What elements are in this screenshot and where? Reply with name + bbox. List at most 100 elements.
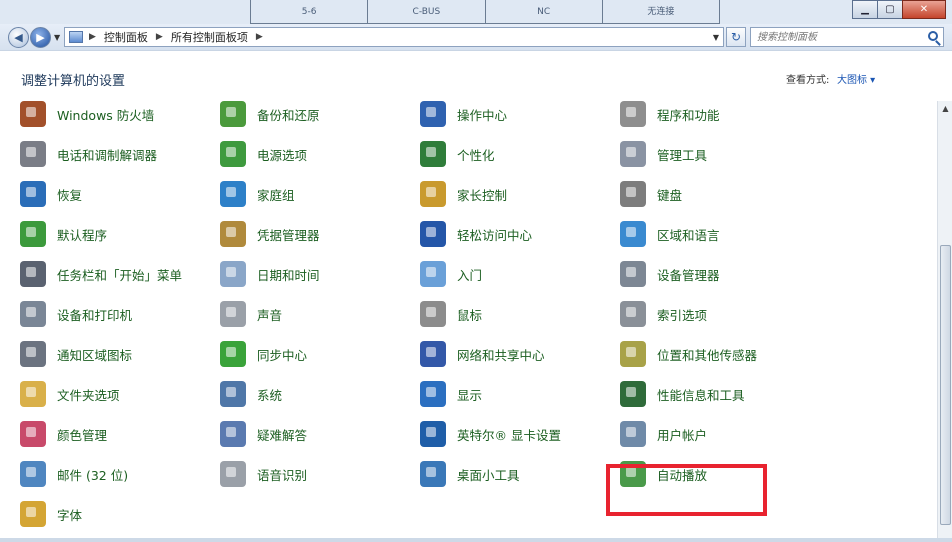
search-input[interactable] <box>751 28 921 46</box>
control-panel-item[interactable]: 桌面小工具 <box>420 461 610 487</box>
control-panel-item[interactable]: 任务栏和「开始」菜单 <box>20 261 210 287</box>
address-bar[interactable]: ▶ 控制面板 ▶ 所有控制面板项 ▶ ▼ <box>64 27 724 47</box>
control-panel-item[interactable]: 颜色管理 <box>20 421 210 447</box>
mouse-icon <box>420 301 446 327</box>
speaker-icon <box>220 301 246 327</box>
printer-icon <box>20 301 46 327</box>
color-management-icon <box>20 421 46 447</box>
item-label: Windows 防火墙 <box>57 107 155 123</box>
item-label: 同步中心 <box>257 347 308 363</box>
homegroup-icon <box>220 181 246 207</box>
item-label: 英特尔® 显卡设置 <box>457 427 561 443</box>
recovery-icon <box>20 181 46 207</box>
control-panel-item[interactable]: 鼠标 <box>420 301 610 327</box>
forward-button[interactable]: ▶ <box>30 26 51 48</box>
control-panel-item[interactable]: 用户帐户 <box>620 421 810 447</box>
item-label: 网络和共享中心 <box>457 347 545 363</box>
control-panel-item[interactable]: 设备管理器 <box>620 261 810 287</box>
control-panel-item[interactable]: 系统 <box>220 381 410 407</box>
minimize-button[interactable]: ▁ <box>852 0 878 19</box>
view-by-dropdown[interactable]: 大图标 <box>837 71 875 86</box>
notification-area-icon <box>20 341 46 367</box>
search-icon[interactable] <box>928 31 938 41</box>
item-label: 字体 <box>57 507 83 523</box>
control-panel-item[interactable]: 家庭组 <box>220 181 410 207</box>
date-time-icon <box>220 261 246 287</box>
refresh-button[interactable]: ↻ <box>726 27 746 47</box>
control-panel-item[interactable]: 同步中心 <box>220 341 410 367</box>
page-title: 调整计算机的设置 <box>21 74 126 89</box>
control-panel-item[interactable]: 操作中心 <box>420 101 610 127</box>
programs-icon <box>620 101 646 127</box>
control-panel-item[interactable]: 凭据管理器 <box>220 221 410 247</box>
control-panel-item[interactable]: 键盘 <box>620 181 810 207</box>
microphone-icon <box>220 461 246 487</box>
scroll-up-arrow-icon[interactable]: ▲ <box>938 101 952 117</box>
system-icon <box>220 381 246 407</box>
breadcrumb-control-panel[interactable]: 控制面板 <box>104 29 148 45</box>
control-panel-item[interactable]: Windows 防火墙 <box>20 101 210 127</box>
item-label: 邮件 (32 位) <box>57 467 129 483</box>
chevron-right-icon[interactable]: ▶ <box>256 32 263 42</box>
control-panel-item[interactable]: 设备和打印机 <box>20 301 210 327</box>
control-panel-item[interactable]: 语音识别 <box>220 461 410 487</box>
item-label: 区域和语言 <box>657 227 720 243</box>
control-panel-item[interactable]: 恢复 <box>20 181 210 207</box>
back-button[interactable]: ◀ <box>8 26 29 48</box>
control-panel-item[interactable]: 入门 <box>420 261 610 287</box>
breadcrumb-all-items[interactable]: 所有控制面板项 <box>171 29 248 45</box>
control-panel-item[interactable]: 显示 <box>420 381 610 407</box>
item-label: 电话和调制解调器 <box>57 147 158 163</box>
control-panel-item[interactable]: 索引选项 <box>620 301 810 327</box>
control-panel-item[interactable]: 声音 <box>220 301 410 327</box>
search-box[interactable] <box>750 27 944 47</box>
control-panel-item[interactable]: 字体 <box>20 501 210 527</box>
control-panel-item[interactable]: 疑难解答 <box>220 421 410 447</box>
power-icon <box>220 141 246 167</box>
item-label: 性能信息和工具 <box>657 387 745 403</box>
network-sharing-icon <box>420 341 446 367</box>
control-panel-item[interactable]: 个性化 <box>420 141 610 167</box>
window-bottom-border <box>0 538 952 542</box>
control-panel-item[interactable]: 管理工具 <box>620 141 810 167</box>
navigation-bar: ◀ ▶ ▼ ▶ 控制面板 ▶ 所有控制面板项 ▶ ▼ ↻ <box>0 24 952 50</box>
control-panel-item[interactable]: 网络和共享中心 <box>420 341 610 367</box>
vertical-scrollbar[interactable]: ▲ <box>937 101 952 541</box>
item-label: 用户帐户 <box>657 427 708 443</box>
item-label: 恢复 <box>57 187 83 203</box>
region-language-icon <box>620 221 646 247</box>
address-dropdown-icon[interactable]: ▼ <box>713 33 719 42</box>
scroll-thumb[interactable] <box>940 245 951 525</box>
control-panel-item[interactable]: 文件夹选项 <box>20 381 210 407</box>
control-panel-item[interactable]: 区域和语言 <box>620 221 810 247</box>
control-panel-item[interactable]: 电话和调制解调器 <box>20 141 210 167</box>
item-label: 入门 <box>457 267 483 283</box>
item-label: 轻松访问中心 <box>457 227 533 243</box>
control-panel-item[interactable]: 备份和还原 <box>220 101 410 127</box>
fonts-icon <box>20 501 46 527</box>
control-panel-item[interactable]: 轻松访问中心 <box>420 221 610 247</box>
recent-pages-dropdown[interactable]: ▼ <box>54 33 60 42</box>
control-panel-item[interactable]: 程序和功能 <box>620 101 810 127</box>
chevron-right-icon[interactable]: ▶ <box>89 32 96 42</box>
maximize-button[interactable]: ▢ <box>877 0 903 19</box>
intel-graphics-icon <box>420 421 446 447</box>
control-panel-item[interactable]: 电源选项 <box>220 141 410 167</box>
background-table-cell: C-BUS <box>368 0 486 23</box>
control-panel-item[interactable]: 邮件 (32 位) <box>20 461 210 487</box>
item-label: 凭据管理器 <box>257 227 320 243</box>
control-panel-item[interactable]: 日期和时间 <box>220 261 410 287</box>
control-panel-item[interactable]: 通知区域图标 <box>20 341 210 367</box>
control-panel-item[interactable]: 默认程序 <box>20 221 210 247</box>
chevron-right-icon[interactable]: ▶ <box>156 32 163 42</box>
control-panel-item[interactable]: 英特尔® 显卡设置 <box>420 421 610 447</box>
folder-options-icon <box>20 381 46 407</box>
background-table-cell: 5-6 <box>251 0 369 23</box>
control-panel-item[interactable]: 性能信息和工具 <box>620 381 810 407</box>
parental-controls-icon <box>420 181 446 207</box>
control-panel-item[interactable]: 位置和其他传感器 <box>620 341 810 367</box>
user-accounts-icon <box>620 421 646 447</box>
close-button[interactable]: ✕ <box>902 0 946 19</box>
control-panel-item[interactable]: 家长控制 <box>420 181 610 207</box>
ease-of-access-icon <box>420 221 446 247</box>
